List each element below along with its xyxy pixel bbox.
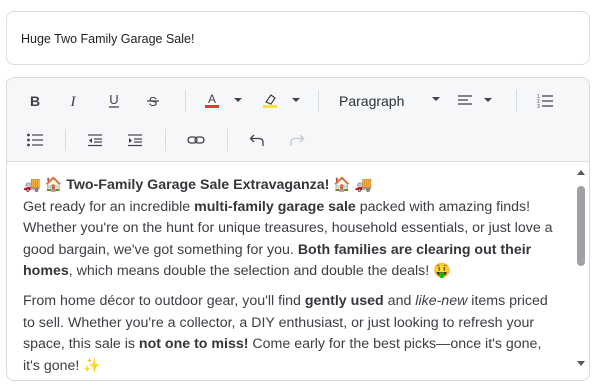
- outdent-icon: [88, 134, 102, 147]
- underline-button[interactable]: U: [102, 87, 126, 115]
- heading-emoji-right: 🏠 🚚: [333, 177, 373, 193]
- indent-icon: [128, 134, 142, 147]
- money-face-emoji: 🤑: [433, 263, 451, 280]
- strikethrough-icon: S: [147, 94, 159, 108]
- bold-icon: B: [30, 94, 40, 108]
- title-field-container: [6, 11, 590, 65]
- redo-button[interactable]: [285, 126, 309, 154]
- insert-link-button[interactable]: [183, 126, 209, 154]
- strikethrough-button[interactable]: S: [141, 87, 165, 115]
- scroll-down-arrow-icon[interactable]: [577, 361, 585, 367]
- rich-text-editor: B I U S A Paragraph 1 2 3 🚚 🏠 Two-Family…: [6, 77, 590, 381]
- toolbar-separator: [227, 129, 228, 151]
- italic-icon: I: [70, 94, 77, 108]
- undo-icon: [249, 134, 264, 146]
- scrollbar-thumb[interactable]: [577, 186, 585, 266]
- svg-text:U: U: [109, 93, 118, 107]
- paragraph-format-label: Paragraph: [339, 93, 405, 109]
- bulleted-list-icon: [27, 133, 43, 147]
- intro-bold-1: multi-family garage sale: [194, 198, 356, 215]
- italic-button[interactable]: I: [61, 87, 85, 115]
- title-input[interactable]: [21, 29, 561, 49]
- link-icon: [187, 136, 205, 144]
- toolbar-separator: [318, 90, 319, 112]
- details-text-2: and: [383, 292, 416, 309]
- align-left-icon: [458, 95, 492, 105]
- toolbar-separator: [516, 90, 517, 112]
- intro-text-1: Get ready for an incredible: [23, 198, 195, 215]
- text-color-button[interactable]: A: [202, 87, 248, 115]
- highlight-color-button[interactable]: [260, 87, 306, 115]
- text-color-icon: A: [205, 92, 242, 108]
- underline-icon: U: [109, 93, 119, 108]
- svg-text:3: 3: [537, 104, 540, 109]
- highlight-color-icon: [263, 94, 300, 108]
- details-bold-1: gently used: [304, 292, 384, 309]
- svg-text:A: A: [208, 92, 216, 106]
- bulleted-list-button[interactable]: [23, 126, 47, 154]
- indent-button[interactable]: [123, 126, 147, 154]
- editor-toolbar: B I U S A Paragraph 1 2 3: [7, 78, 589, 162]
- heading-emoji-left: 🚚 🏠: [23, 177, 63, 193]
- outdent-button[interactable]: [83, 126, 107, 154]
- paragraph-intro: 🚚 🏠 Two-Family Garage Sale Extravaganza!…: [23, 175, 559, 283]
- editor-content[interactable]: 🚚 🏠 Two-Family Garage Sale Extravaganza!…: [7, 163, 575, 380]
- heading-text: Two-Family Garage Sale Extravaganza!: [66, 177, 330, 193]
- paragraph-format-select[interactable]: Paragraph: [335, 87, 445, 115]
- toolbar-separator: [165, 129, 166, 151]
- numbered-list-button[interactable]: 1 2 3: [533, 87, 557, 115]
- svg-text:B: B: [30, 94, 40, 108]
- intro-text-3: , which means double the selection and d…: [68, 263, 434, 280]
- chevron-down-icon: [432, 97, 440, 101]
- svg-text:I: I: [70, 94, 77, 108]
- align-button[interactable]: [455, 87, 497, 115]
- paragraph-details: From home décor to outdoor gear, you'll …: [23, 291, 559, 377]
- vertical-scrollbar[interactable]: [573, 163, 589, 380]
- toolbar-separator: [185, 90, 186, 112]
- scroll-up-arrow-icon[interactable]: [577, 169, 585, 175]
- bold-button[interactable]: B: [23, 87, 47, 115]
- details-italic-1: like-new: [415, 292, 468, 309]
- details-bold-2: not one to miss!: [138, 336, 249, 353]
- details-text-1: From home décor to outdoor gear, you'll …: [23, 292, 305, 309]
- undo-button[interactable]: [245, 126, 269, 154]
- numbered-list-icon: 1 2 3: [537, 94, 553, 109]
- sparkles-emoji: ✨: [83, 357, 101, 374]
- redo-icon: [290, 134, 305, 146]
- toolbar-separator: [65, 129, 66, 151]
